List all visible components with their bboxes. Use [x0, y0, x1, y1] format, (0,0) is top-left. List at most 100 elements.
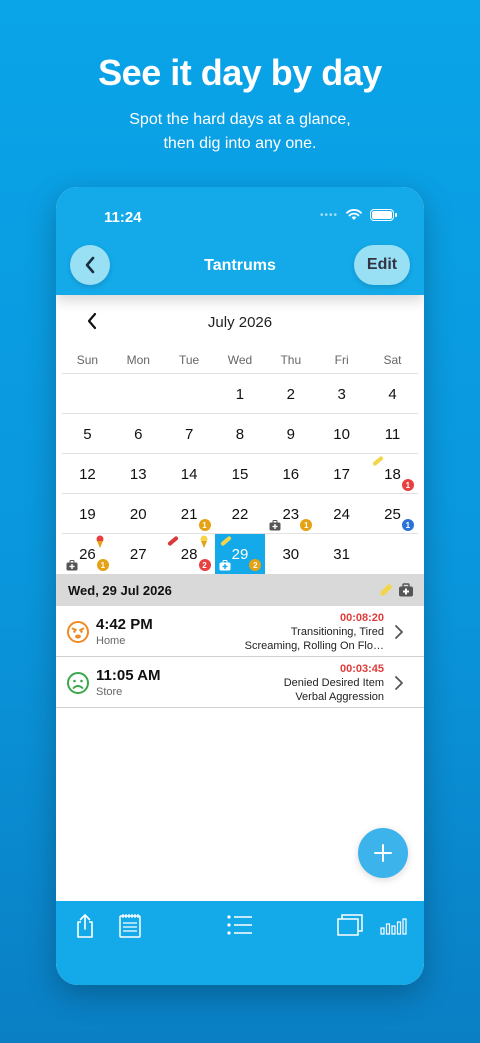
status-time: 11:24: [104, 209, 142, 226]
bandage-icon: [380, 584, 392, 596]
calendar-day-number: 3: [337, 385, 346, 403]
chevron-right-icon: [395, 625, 403, 639]
calendar-day[interactable]: 22: [215, 494, 266, 534]
entry-behaviors: Verbal Aggression: [295, 691, 384, 703]
calendar-day[interactable]: 17: [316, 454, 367, 494]
promo-subline-2: then dig into any one.: [163, 135, 317, 152]
entry-details: 00:08:20 Transitioning, Tired Screaming,…: [164, 611, 384, 653]
edit-button[interactable]: Edit: [354, 245, 410, 285]
month-selector: July 2026: [56, 307, 424, 337]
promo-subline-1: Spot the hard days at a glance,: [129, 111, 351, 128]
calendar-day[interactable]: 15: [215, 454, 266, 494]
calendar-day[interactable]: 12: [62, 454, 113, 494]
calendar-week: 19 20 21 1 22 23 1 24 25 1: [62, 493, 418, 533]
calendar-week: 1 2 3 4: [62, 373, 418, 413]
calendar-day-number: 10: [333, 425, 350, 443]
weekday-label: Fri: [334, 353, 349, 367]
calendar-day[interactable]: 24: [316, 494, 367, 534]
weekday-label: Sat: [383, 353, 402, 367]
calendar-day[interactable]: 28 2: [164, 534, 215, 574]
calendar-day-number: 5: [83, 425, 92, 443]
calendar-day[interactable]: 27: [113, 534, 164, 574]
calendar-day[interactable]: 29 2: [214, 534, 266, 574]
calendar-day-number: 31: [333, 545, 350, 563]
calendar-week: 12 13 14 15 16 17 18 1: [62, 453, 418, 493]
calendar-day[interactable]: 21 1: [164, 494, 215, 534]
weekday-label: Tue: [178, 353, 200, 367]
calendar-day-number: 6: [134, 425, 143, 443]
calendar-day[interactable]: 1: [215, 374, 266, 414]
sad-face-icon: [67, 672, 89, 694]
calendar-day[interactable]: 7: [164, 414, 215, 454]
entry-row[interactable]: 4:42 PM Home 00:08:20 Transitioning, Tir…: [56, 607, 424, 657]
calendar-day[interactable]: 20: [113, 494, 164, 534]
plus-icon: [374, 844, 392, 862]
calendar-day[interactable]: 13: [113, 454, 164, 494]
selected-day-header: Wed, 29 Jul 2026: [56, 574, 424, 606]
battery-icon: [370, 209, 397, 221]
calendar-day[interactable]: 2: [265, 374, 316, 414]
entry-row[interactable]: 11:05 AM Store 00:03:45 Denied Desired I…: [56, 658, 424, 708]
entry-place: Store: [96, 686, 123, 698]
calendar-day-number: 29: [231, 545, 249, 563]
medical-bag-icon: [399, 583, 413, 597]
calendar-day-number: 28: [180, 545, 198, 563]
promo-headline: See it day by day: [98, 52, 382, 93]
entry-time: 4:42 PM: [96, 616, 153, 633]
calendar-day-number: 23: [282, 505, 300, 523]
calendar-day[interactable]: 25 1: [367, 494, 418, 534]
ice-cream-icon: [96, 535, 104, 548]
medical-bag-icon: [269, 520, 281, 531]
signal-dots-icon: ••••: [319, 209, 338, 221]
calendar-day[interactable]: 16: [265, 454, 316, 494]
calendar-day-number: 27: [129, 545, 147, 563]
calendar-day[interactable]: 23 1: [265, 494, 316, 534]
calendar-day-number: 21: [180, 505, 198, 523]
calendar-day[interactable]: 8: [215, 414, 266, 454]
calendar-day-number: 9: [286, 425, 295, 443]
calendar-day-number: 8: [235, 425, 245, 443]
calendar-day-number: 16: [282, 465, 300, 483]
calendar-empty-cell: [113, 374, 164, 414]
calendar-day[interactable]: 9: [265, 414, 316, 454]
calendar-day[interactable]: 14: [164, 454, 215, 494]
calendar-day[interactable]: 18 1: [367, 454, 418, 494]
cards-icon[interactable]: [336, 913, 364, 937]
bar-chart-icon[interactable]: [380, 913, 408, 937]
calendar-day[interactable]: 11: [367, 414, 418, 454]
calendar-day-number: 15: [231, 465, 249, 483]
calendar-day[interactable]: 4: [367, 374, 418, 414]
calendar-day-number: 12: [79, 465, 96, 483]
calendar-day[interactable]: 3: [316, 374, 367, 414]
entry-time: 11:05 AM: [96, 667, 161, 684]
calendar-day-number: 26: [79, 545, 96, 563]
share-icon[interactable]: [74, 913, 96, 939]
calendar-day-number: 2: [286, 385, 295, 403]
entry-count-badge: 1: [198, 519, 211, 531]
calendar-day[interactable]: 30: [265, 534, 316, 574]
calendar-day[interactable]: 10: [316, 414, 367, 454]
notebook-icon[interactable]: [118, 913, 142, 939]
selected-day-label: Wed, 29 Jul 2026: [68, 583, 172, 598]
bandage-icon: [372, 456, 384, 466]
wifi-icon: [346, 209, 362, 220]
calendar-week: 26 1 27 28 2 29 2 30 31: [62, 533, 418, 574]
calendar-day-number: 22: [231, 505, 249, 523]
chevron-right-icon: [395, 676, 403, 690]
calendar-day[interactable]: 19: [62, 494, 113, 534]
calendar-day-number: 19: [79, 505, 96, 523]
calendar-empty-cell: [62, 374, 113, 414]
calendar-day[interactable]: 6: [113, 414, 164, 454]
calendar-day[interactable]: 26 1: [62, 534, 113, 574]
calendar-empty-cell: [367, 534, 418, 574]
add-entry-button[interactable]: [358, 828, 408, 878]
calendar-day-number: 7: [184, 425, 194, 443]
list-icon[interactable]: [226, 913, 254, 937]
calendar-day[interactable]: 5: [62, 414, 113, 454]
entry-duration: 00:08:20: [339, 612, 384, 624]
calendar-day[interactable]: 31: [316, 534, 367, 574]
entry-count-badge: 1: [96, 559, 109, 571]
calendar-day-number: 25: [384, 505, 401, 523]
angry-face-icon: [67, 621, 89, 643]
entry-duration: 00:03:45: [339, 663, 384, 675]
